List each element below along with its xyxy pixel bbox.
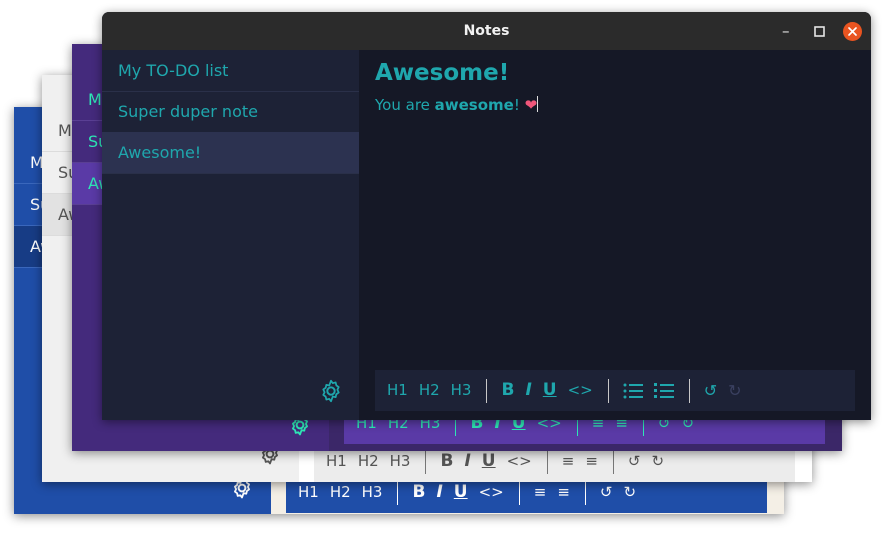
toolbar-divider	[518, 480, 520, 505]
note-body: You are awesome! ❤	[375, 96, 539, 114]
underline-button[interactable]: U	[543, 370, 557, 411]
italic-button[interactable]: I	[525, 370, 531, 411]
toolbar-divider	[546, 449, 548, 474]
redo-icon[interactable]: ↻	[728, 370, 741, 411]
note-heading: Awesome!	[375, 60, 510, 86]
format-toolbar: H1 H2 H3 B I U <> ↺ ↻	[375, 370, 855, 411]
note-editor[interactable]: Awesome! You are awesome! ❤	[359, 50, 871, 420]
notes-window-dark-theme: Notes – My TO-DO list Super duper note A…	[102, 12, 871, 420]
note-body-text: !	[513, 96, 525, 114]
note-body-bold-text: awesome	[434, 96, 514, 114]
h3-button[interactable]: H3	[451, 370, 472, 411]
h1-button[interactable]: H1	[387, 370, 408, 411]
text-cursor	[537, 96, 539, 112]
note-body-text: You are	[375, 96, 435, 114]
window-title: Notes	[463, 23, 510, 39]
bold-button[interactable]: B	[501, 370, 514, 411]
close-icon[interactable]	[843, 22, 862, 41]
toolbar-divider	[612, 449, 614, 474]
undo-icon[interactable]: ↺	[704, 370, 717, 411]
gear-icon[interactable]	[318, 378, 344, 404]
heart-icon: ❤	[524, 96, 538, 114]
minimize-icon[interactable]: –	[782, 12, 790, 50]
note-item-super-duper[interactable]: Super duper note	[102, 91, 359, 133]
toolbar-divider	[607, 378, 609, 403]
bullet-list-icon[interactable]	[623, 382, 643, 400]
maximize-icon[interactable]	[814, 26, 825, 37]
title-bar: Notes	[102, 12, 871, 50]
toolbar-divider	[397, 480, 399, 505]
code-button[interactable]: <>	[568, 370, 593, 411]
toolbar-divider	[486, 378, 488, 403]
note-item-awesome[interactable]: Awesome!	[102, 132, 359, 174]
h2-button[interactable]: H2	[419, 370, 440, 411]
toolbar-divider	[688, 378, 690, 403]
toolbar-divider	[584, 480, 586, 505]
numbered-list-icon[interactable]	[653, 382, 674, 400]
notes-sidebar: My TO-DO list Super duper note Awesome!	[102, 50, 359, 420]
toolbar-divider	[425, 449, 427, 474]
note-item-todo[interactable]: My TO-DO list	[102, 50, 359, 92]
